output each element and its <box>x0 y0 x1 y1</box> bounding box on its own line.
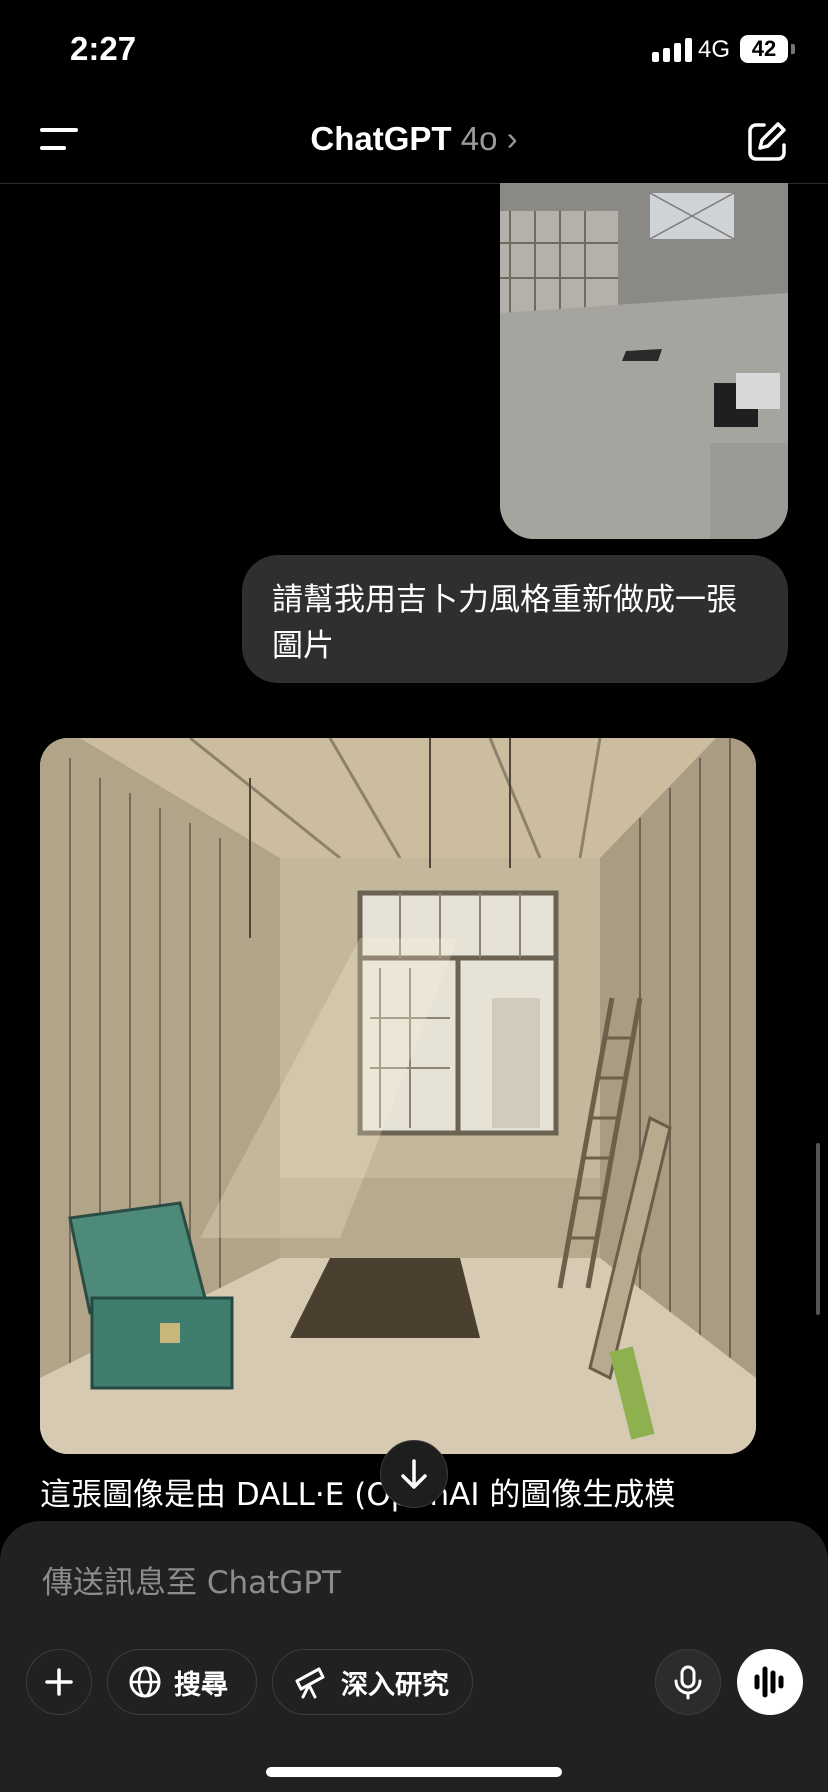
composer: 傳送訊息至 ChatGPT 搜尋 深入研究 <box>0 1521 828 1792</box>
message-input[interactable]: 傳送訊息至 ChatGPT <box>42 1557 341 1602</box>
home-indicator <box>266 1767 562 1777</box>
globe-icon <box>129 1666 161 1698</box>
chevron-right-icon: › <box>506 120 518 157</box>
generated-image[interactable] <box>40 738 756 1454</box>
scrollbar[interactable] <box>816 1143 820 1315</box>
nav-bar: ChatGPT 4o › <box>0 100 828 184</box>
battery-icon: 42 <box>740 35 788 63</box>
search-label: 搜尋 <box>174 1669 228 1701</box>
model-selector[interactable]: ChatGPT 4o › <box>0 120 828 158</box>
telescope-icon <box>295 1667 325 1699</box>
signal-icon <box>652 38 692 62</box>
search-button[interactable]: 搜尋 <box>107 1649 257 1715</box>
battery-tip <box>791 44 795 54</box>
status-bar: 2:27 4G 42 <box>0 0 828 100</box>
deep-research-button[interactable]: 深入研究 <box>272 1649 473 1715</box>
plus-icon[interactable] <box>26 1649 92 1715</box>
status-time: 2:27 <box>70 30 137 67</box>
compose-icon[interactable] <box>744 118 790 164</box>
deep-research-label: 深入研究 <box>341 1669 449 1701</box>
user-message-bubble: 請幫我用吉卜力風格重新做成一張圖片 <box>242 555 788 683</box>
arrow-down-icon[interactable] <box>380 1440 448 1508</box>
voice-wave-icon[interactable] <box>737 1649 803 1715</box>
app-title: ChatGPT <box>310 120 452 157</box>
mic-icon[interactable] <box>655 1649 721 1715</box>
network-type: 4G <box>698 36 731 63</box>
model-name: 4o <box>460 120 498 157</box>
user-uploaded-photo[interactable] <box>500 183 788 539</box>
